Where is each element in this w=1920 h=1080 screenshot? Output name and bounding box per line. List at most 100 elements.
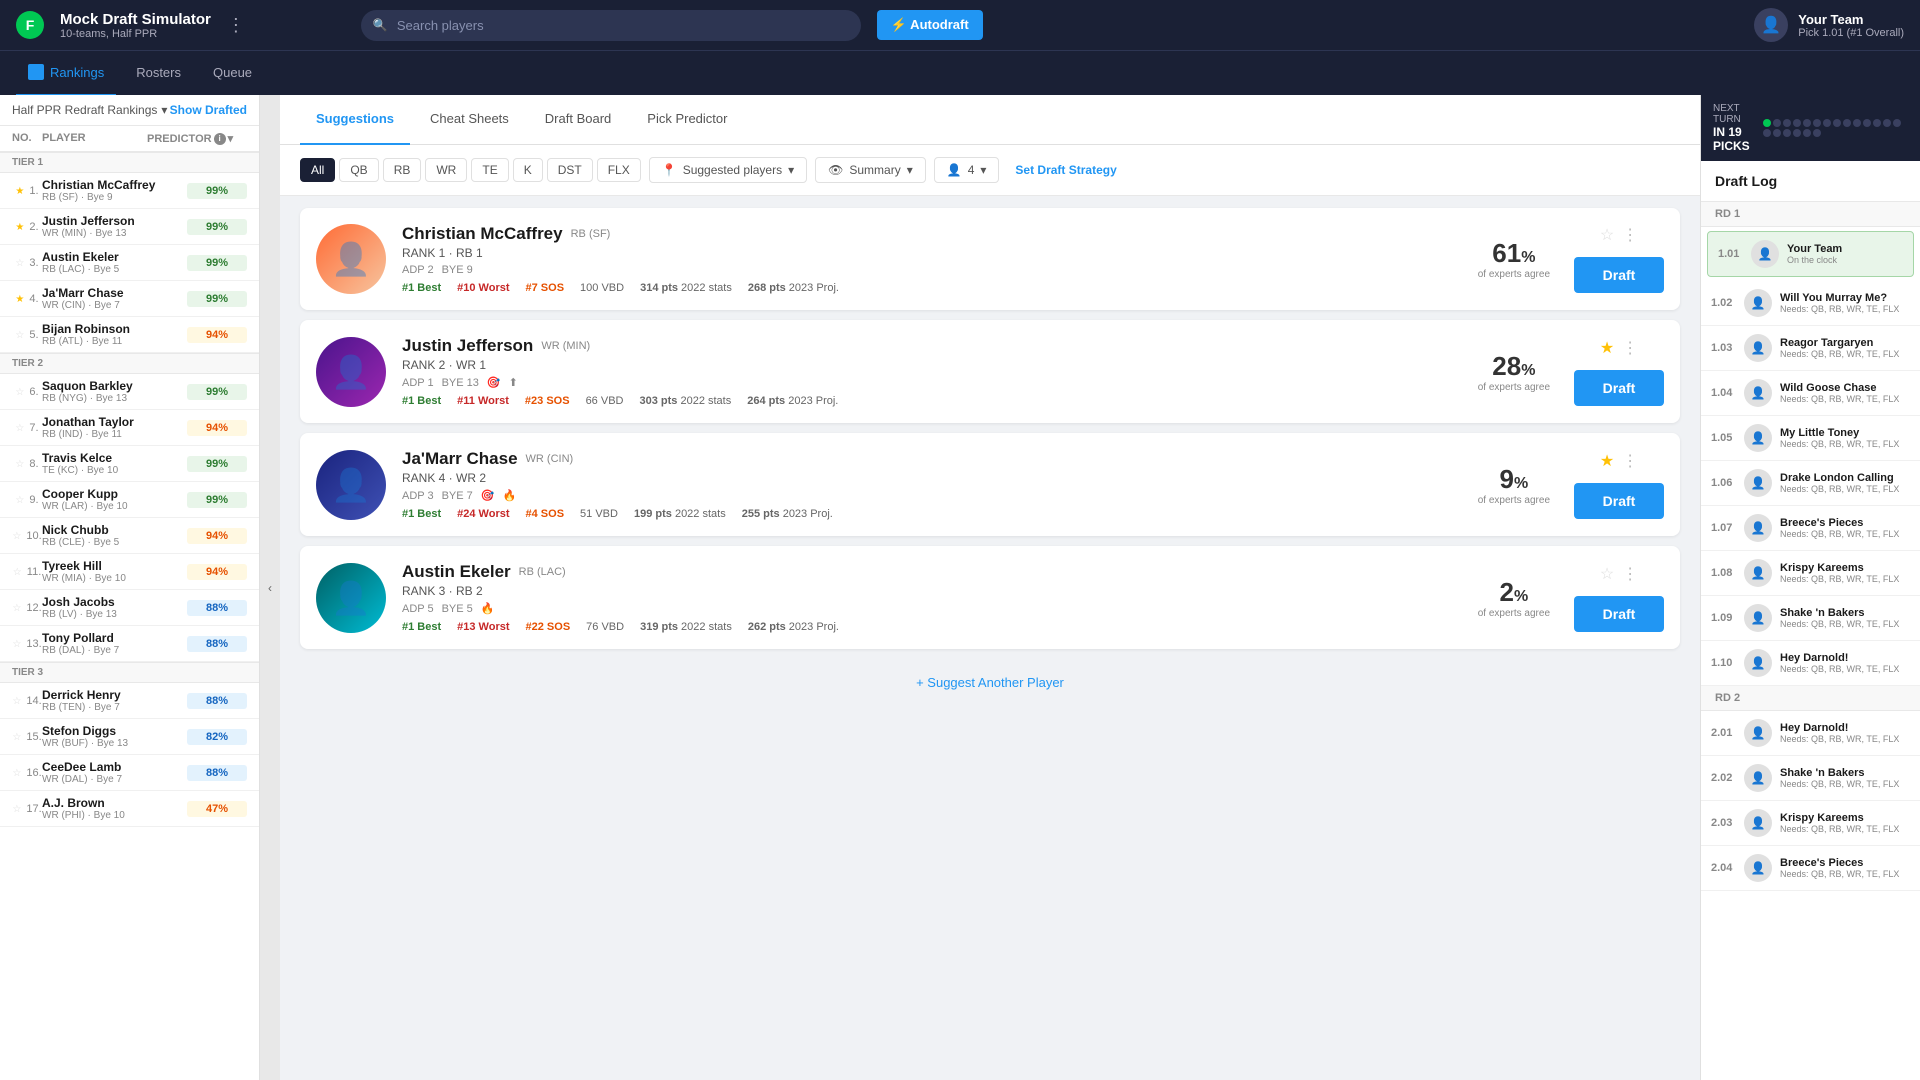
list-item[interactable]: ★ 1. Christian McCaffrey RB (SF) · Bye 9… (0, 173, 259, 209)
player-score: 99% (187, 384, 247, 400)
player-pos: RB (SF) (571, 228, 611, 240)
count-dropdown[interactable]: 👤 4 ▾ (934, 157, 1000, 183)
star-icon[interactable]: ☆ (12, 603, 21, 614)
more-options-icon[interactable]: ⋮ (1622, 338, 1638, 358)
tab-cheat-sheets[interactable]: Cheat Sheets (414, 95, 525, 145)
star-icon[interactable]: ☆ (15, 423, 24, 434)
sidebar-toggle[interactable]: ‹ (260, 95, 280, 1080)
sidebar-controls: Half PPR Redraft Rankings ▾ Show Drafted (0, 95, 259, 126)
pos-filter-k[interactable]: K (513, 158, 543, 182)
list-item[interactable]: ☆ 6. Saquon Barkley RB (NYG) · Bye 13 99… (0, 374, 259, 410)
list-item[interactable]: ☆ 5. Bijan Robinson RB (ATL) · Bye 11 94… (0, 317, 259, 353)
tab-draft-board[interactable]: Draft Board (529, 95, 627, 145)
draft-button[interactable]: Draft (1574, 370, 1664, 406)
pick-team-name: Shake 'n Bakers (1780, 767, 1910, 779)
suggest-another[interactable]: + Suggest Another Player (300, 659, 1680, 706)
star-icon[interactable]: ★ (15, 294, 24, 305)
expert-pct: 2% (1500, 577, 1529, 608)
draft-button[interactable]: Draft (1574, 257, 1664, 293)
pick-dot (1843, 119, 1851, 127)
list-item[interactable]: ☆ 16. CeeDee Lamb WR (DAL) · Bye 7 88% (0, 755, 259, 791)
draft-log-list: RD 1 1.01 👤 Your Team On the clock 1.02 … (1701, 202, 1920, 1080)
expert-label: of experts agree (1478, 269, 1550, 280)
list-item[interactable]: ☆ 10. Nick Chubb RB (CLE) · Bye 5 94% (0, 518, 259, 554)
list-item[interactable]: ☆ 9. Cooper Kupp WR (LAR) · Bye 10 99% (0, 482, 259, 518)
app-logo: F (16, 11, 44, 39)
favorite-icon[interactable]: ★ (1600, 338, 1614, 358)
star-icon[interactable]: ☆ (12, 639, 21, 650)
rankings-dropdown[interactable]: Half PPR Redraft Rankings ▾ (12, 103, 167, 117)
pick-team-needs: On the clock (1787, 255, 1903, 265)
star-icon[interactable]: ★ (15, 222, 24, 233)
list-item[interactable]: ☆ 11. Tyreek Hill WR (MIA) · Bye 10 94% (0, 554, 259, 590)
your-team-header: 👤 Your Team Pick 1.01 (#1 Overall) (1754, 8, 1904, 42)
list-item[interactable]: ★ 4. Ja'Marr Chase WR (CIN) · Bye 7 99% (0, 281, 259, 317)
star-icon[interactable]: ☆ (12, 804, 21, 815)
draft-button[interactable]: Draft (1574, 596, 1664, 632)
search-input[interactable] (361, 10, 861, 41)
players-dropdown[interactable]: 📍 Suggested players ▾ (649, 157, 807, 183)
pos-filter-qb[interactable]: QB (339, 158, 378, 182)
player-number: ★ 2. (12, 221, 42, 233)
list-item[interactable]: ☆ 14. Derrick Henry RB (TEN) · Bye 7 88% (0, 683, 259, 719)
list-item[interactable]: ☆ 15. Stefon Diggs WR (BUF) · Bye 13 82% (0, 719, 259, 755)
player-number: ☆ 8. (12, 458, 42, 470)
pick-team-needs: Needs: QB, RB, WR, TE, FLX (1780, 664, 1910, 674)
more-options-icon[interactable]: ⋮ (1622, 225, 1638, 245)
favorite-icon[interactable]: ★ (1600, 451, 1614, 471)
more-options-icon[interactable]: ⋮ (1622, 564, 1638, 584)
view-dropdown[interactable]: 👁 Summary ▾ (815, 157, 926, 183)
star-icon[interactable]: ☆ (12, 696, 21, 707)
pos-filter-te[interactable]: TE (471, 158, 508, 182)
menu-icon[interactable]: ⋮ (227, 15, 245, 36)
set-strategy-button[interactable]: Set Draft Strategy (1015, 163, 1116, 177)
expert-agree: 2% of experts agree (1478, 577, 1550, 619)
pick-team-info: Hey Darnold! Needs: QB, RB, WR, TE, FLX (1780, 652, 1910, 674)
favorite-icon[interactable]: ☆ (1600, 564, 1614, 584)
player-info: Tyreek Hill WR (MIA) · Bye 10 (42, 559, 187, 584)
players-chevron: ▾ (788, 163, 794, 177)
tab-pick-predictor[interactable]: Pick Predictor (631, 95, 743, 145)
player-pos: RB (LAC) (519, 566, 566, 578)
star-icon[interactable]: ☆ (12, 768, 21, 779)
pos-filter-rb[interactable]: RB (383, 158, 422, 182)
sub-nav-rankings[interactable]: Rankings (16, 51, 116, 96)
tab-suggestions[interactable]: Suggestions (300, 95, 410, 145)
pos-filter-dst[interactable]: DST (547, 158, 593, 182)
player-name: A.J. Brown (42, 796, 187, 810)
more-options-icon[interactable]: ⋮ (1622, 451, 1638, 471)
star-icon[interactable]: ☆ (15, 387, 24, 398)
autodraft-button[interactable]: ⚡ Autodraft (877, 10, 983, 40)
draft-button[interactable]: Draft (1574, 483, 1664, 519)
pick-team-name: Drake London Calling (1780, 472, 1910, 484)
star-icon[interactable]: ☆ (15, 495, 24, 506)
draft-pick-item[interactable]: 1.01 👤 Your Team On the clock (1707, 231, 1914, 277)
list-item[interactable]: ☆ 8. Travis Kelce TE (KC) · Bye 10 99% (0, 446, 259, 482)
list-item[interactable]: ☆ 12. Josh Jacobs RB (LV) · Bye 13 88% (0, 590, 259, 626)
list-item[interactable]: ☆ 17. A.J. Brown WR (PHI) · Bye 10 47% (0, 791, 259, 827)
star-icon[interactable]: ★ (15, 186, 24, 197)
player-number: ☆ 16. (12, 767, 42, 779)
sos-stat: #7 SOS (526, 282, 565, 294)
list-item[interactable]: ★ 2. Justin Jefferson WR (MIN) · Bye 13 … (0, 209, 259, 245)
pos-filter-wr[interactable]: WR (425, 158, 467, 182)
player-name: Bijan Robinson (42, 322, 187, 336)
star-icon[interactable]: ☆ (13, 567, 22, 578)
list-item[interactable]: ☆ 7. Jonathan Taylor RB (IND) · Bye 11 9… (0, 410, 259, 446)
favorite-icon[interactable]: ☆ (1600, 225, 1614, 245)
col-no: NO. (12, 132, 42, 145)
pos-filter-all[interactable]: All (300, 158, 335, 182)
sub-nav-queue[interactable]: Queue (201, 51, 264, 96)
star-icon[interactable]: ☆ (12, 531, 21, 542)
sub-nav-rosters[interactable]: Rosters (124, 51, 193, 96)
show-drafted-button[interactable]: Show Drafted (170, 103, 247, 117)
star-icon[interactable]: ☆ (15, 258, 24, 269)
star-icon[interactable]: ☆ (12, 732, 21, 743)
list-item[interactable]: ☆ 3. Austin Ekeler RB (LAC) · Bye 5 99% (0, 245, 259, 281)
player-info: Nick Chubb RB (CLE) · Bye 5 (42, 523, 187, 548)
star-icon[interactable]: ☆ (15, 330, 24, 341)
list-item[interactable]: ☆ 13. Tony Pollard RB (DAL) · Bye 7 88% (0, 626, 259, 662)
pos-filter-flx[interactable]: FLX (597, 158, 641, 182)
pick-team-name: Krispy Kareems (1780, 562, 1910, 574)
star-icon[interactable]: ☆ (15, 459, 24, 470)
